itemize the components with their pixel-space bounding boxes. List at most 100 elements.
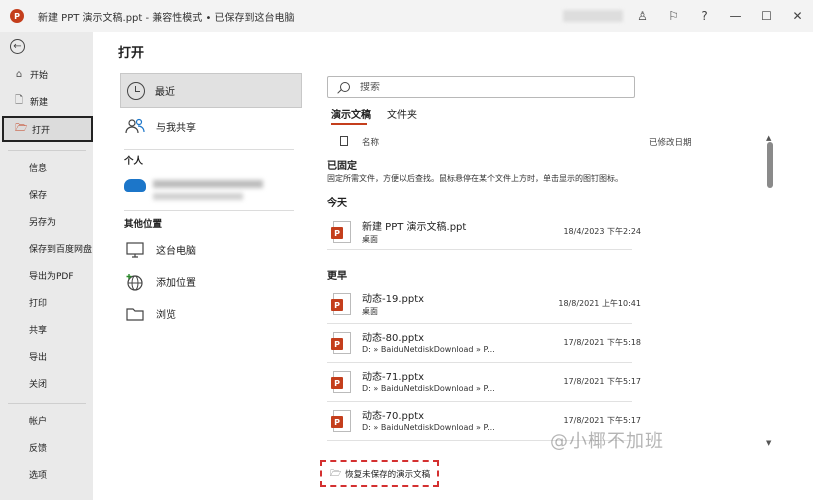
nav-divider	[8, 150, 86, 151]
open-panel: 打开 最近 与我共享 个人 其他位置 这台电脑 添加位置 浏览 搜索 演示文稿 …	[93, 32, 813, 500]
nav-item-options[interactable]: 选项	[0, 462, 93, 487]
title-bar: P 新建 PPT 演示文稿.ppt - 兼容性模式 • 已保存到这台电脑 ♙ ⚐…	[0, 0, 813, 32]
recover-unsaved-label: 恢复未保存的演示文稿	[345, 469, 431, 480]
feedback-icon[interactable]: ⚐	[658, 0, 689, 32]
column-header-name[interactable]: 名称	[362, 136, 379, 148]
row-divider	[327, 323, 632, 324]
tab-presentations[interactable]: 演示文稿	[331, 106, 371, 121]
section-divider	[124, 210, 294, 211]
nav-item-save[interactable]: 保存	[0, 182, 93, 207]
nav-item-label: 开始	[30, 71, 49, 81]
onedrive-email-blurred	[153, 193, 243, 200]
row-divider	[327, 362, 632, 363]
nav-item-print[interactable]: 打印	[0, 290, 93, 315]
file-path: D: » BaiduNetdiskDownload » P...	[362, 384, 495, 393]
nav-item-home[interactable]: ⌂ 开始	[0, 62, 93, 87]
folder-open-icon: 🗁	[330, 468, 342, 479]
today-group-title: 今天	[327, 198, 347, 209]
nav-item-new[interactable]: 🗋 新建	[0, 89, 93, 114]
nav-divider	[8, 403, 86, 404]
location-label: 添加位置	[156, 278, 196, 289]
back-arrow-icon[interactable]: ←	[10, 39, 25, 54]
file-row[interactable]: 动态-80.pptx D: » BaiduNetdiskDownload » P…	[327, 326, 647, 362]
folder-icon	[124, 303, 146, 325]
nav-item-label: 打开	[32, 125, 51, 136]
watermark: @小椰不加班	[550, 431, 664, 452]
nav-item-export[interactable]: 导出	[0, 344, 93, 369]
title-bar-controls: ♙ ⚐ ? — ☐ ✕	[563, 0, 813, 32]
nav-item-account[interactable]: 帐户	[0, 408, 93, 433]
ppt-file-icon	[331, 332, 351, 354]
file-path: D: » BaiduNetdiskDownload » P...	[362, 423, 495, 432]
row-divider	[327, 401, 632, 402]
ppt-file-icon	[331, 371, 351, 393]
home-icon: ⌂	[15, 69, 23, 80]
file-type-icon	[340, 136, 348, 146]
file-row[interactable]: 新建 PPT 演示文稿.ppt 桌面 18/4/2023 下午2:24	[327, 215, 647, 251]
backstage-nav: ← ⌂ 开始 🗋 新建 🗁 打开 信息 保存 另存为 保存到百度网盘 导出为PD…	[0, 32, 93, 500]
file-name: 动态-19.pptx	[362, 294, 425, 305]
earlier-group-title: 更早	[327, 271, 347, 282]
recover-unsaved-button[interactable]: 🗁 恢复未保存的演示文稿	[320, 460, 439, 487]
file-path: 桌面	[362, 235, 378, 244]
search-input[interactable]	[360, 81, 620, 93]
scroll-down-arrow-icon[interactable]: ▼	[766, 439, 771, 447]
pinned-hint: 固定所需文件，方便以后查找。鼠标悬停在某个文件上方时，单击显示的图钉图标。	[327, 174, 623, 183]
column-header-modified[interactable]: 已修改日期	[649, 136, 692, 148]
person-icon[interactable]: ♙	[627, 0, 658, 32]
file-row[interactable]: 动态-71.pptx D: » BaiduNetdiskDownload » P…	[327, 365, 647, 401]
nav-item-close[interactable]: 关闭	[0, 371, 93, 396]
file-name: 新建 PPT 演示文稿.ppt	[362, 222, 467, 233]
pinned-group-title: 已固定	[327, 161, 357, 172]
shared-people-icon	[124, 116, 146, 138]
ppt-file-icon	[331, 293, 351, 315]
location-label: 浏览	[156, 310, 176, 321]
nav-item-export-pdf[interactable]: 导出为PDF	[0, 263, 93, 288]
tab-folders[interactable]: 文件夹	[387, 106, 417, 121]
close-button[interactable]: ✕	[782, 0, 813, 32]
scrollbar-thumb[interactable]	[767, 142, 773, 188]
maximize-button[interactable]: ☐	[751, 0, 782, 32]
location-recent[interactable]: 最近	[120, 73, 302, 108]
nav-item-open[interactable]: 🗁 打开	[2, 116, 93, 142]
help-icon[interactable]: ?	[689, 0, 720, 32]
file-name: 动态-71.pptx	[362, 372, 425, 383]
powerpoint-logo-icon: P	[10, 9, 24, 23]
account-name-blurred[interactable]	[563, 10, 623, 22]
nav-item-share[interactable]: 共享	[0, 317, 93, 342]
personal-section-header: 个人	[124, 156, 144, 167]
location-browse[interactable]: 浏览	[120, 296, 302, 331]
onedrive-cloud-icon[interactable]	[124, 179, 146, 192]
location-add-place[interactable]: 添加位置	[120, 264, 302, 299]
location-this-pc[interactable]: 这台电脑	[120, 232, 302, 267]
nav-item-label: 新建	[30, 98, 49, 108]
other-locations-header: 其他位置	[124, 219, 163, 230]
section-divider	[124, 149, 294, 150]
file-name: 动态-70.pptx	[362, 411, 425, 422]
file-path: 桌面	[362, 307, 378, 316]
location-label: 这台电脑	[156, 246, 196, 257]
clock-icon	[127, 81, 145, 100]
row-divider	[327, 249, 632, 250]
location-label: 最近	[155, 87, 175, 98]
file-date: 17/8/2021 下午5:17	[563, 416, 641, 425]
search-icon	[340, 82, 350, 92]
active-tab-indicator	[331, 123, 367, 125]
computer-icon	[124, 239, 146, 261]
search-box[interactable]	[327, 76, 635, 98]
file-row[interactable]: 动态-19.pptx 桌面 18/8/2021 上午10:41	[327, 287, 647, 323]
page-title: 打开	[118, 46, 145, 61]
nav-item-feedback[interactable]: 反馈	[0, 435, 93, 460]
location-label: 与我共享	[156, 123, 196, 134]
new-doc-icon: 🗋	[14, 95, 24, 106]
scroll-up-arrow-icon[interactable]: ▲	[766, 134, 771, 142]
folder-open-icon: 🗁	[15, 122, 28, 134]
nav-item-info[interactable]: 信息	[0, 155, 93, 180]
nav-item-save-to-baidu[interactable]: 保存到百度网盘	[0, 236, 93, 261]
file-date: 17/8/2021 下午5:18	[563, 338, 641, 347]
location-shared-with-me[interactable]: 与我共享	[120, 109, 302, 144]
nav-item-save-as[interactable]: 另存为	[0, 209, 93, 234]
onedrive-account-blurred[interactable]	[153, 180, 263, 188]
minimize-button[interactable]: —	[720, 0, 751, 32]
ppt-file-icon	[331, 410, 351, 432]
